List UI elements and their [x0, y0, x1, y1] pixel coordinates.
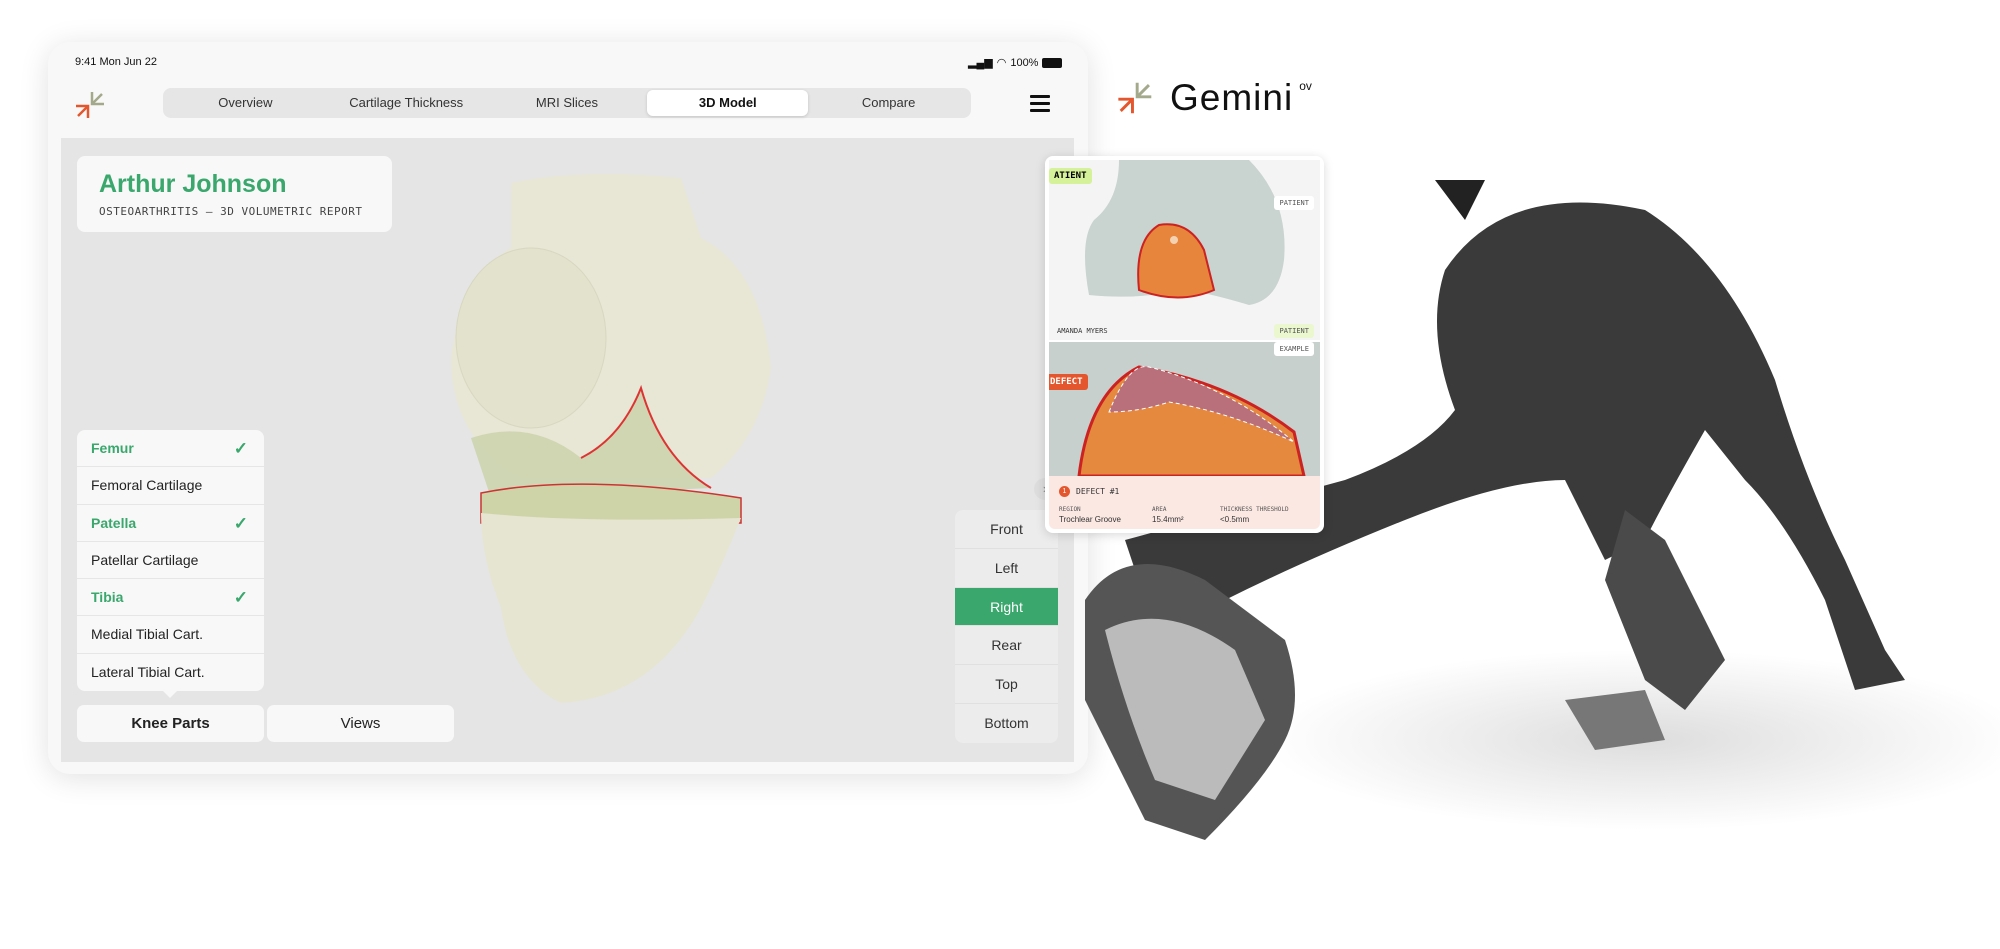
hamburger-menu-icon[interactable]	[1030, 95, 1050, 116]
tab-overview[interactable]: Overview	[165, 90, 326, 116]
defect-title: DEFECT #1	[1076, 487, 1120, 496]
part-medial-tibial-cartilage[interactable]: Medial Tibial Cart.	[77, 616, 264, 654]
patient-tag-top: ATIENT	[1049, 168, 1092, 184]
brand-name: Gemini	[1170, 77, 1294, 118]
wifi-icon: ◠	[996, 57, 1007, 69]
defect-heatmap-image	[1077, 365, 1306, 476]
part-patella[interactable]: Patella ✓	[77, 505, 264, 542]
tab-mri-slices[interactable]: MRI Slices	[487, 90, 648, 116]
patient-name: Arthur Johnson	[99, 170, 287, 198]
gemini-logo-icon	[1118, 82, 1152, 114]
status-time: 9:41 Mon Jun 22	[75, 56, 157, 68]
report-type: OSTEOARTHRITIS – 3D VOLUMETRIC REPORT	[99, 205, 363, 218]
patient-label-right: PATIENT	[1274, 196, 1314, 210]
view-bottom[interactable]: Bottom	[955, 704, 1058, 743]
brand-logo: Gemini ov	[1116, 77, 1312, 119]
threshold-label: THICKNESS THRESHOLD	[1220, 506, 1289, 513]
region-value: Trochlear Groove	[1059, 515, 1121, 524]
defect-marker-badge: 1	[1059, 486, 1070, 497]
patient-name-label: AMANDA MYERS	[1057, 327, 1108, 335]
part-label: Femoral Cartilage	[91, 477, 203, 494]
view-top[interactable]: Top	[955, 665, 1058, 704]
part-lateral-tibial-cartilage[interactable]: Lateral Tibial Cart.	[77, 654, 264, 691]
views-button[interactable]: Views	[267, 705, 454, 742]
part-label: Femur	[91, 440, 134, 456]
area-value: 15.4mm²	[1152, 515, 1184, 524]
signal-icon: ▂▄▆	[968, 57, 993, 69]
part-label: Patella	[91, 514, 137, 531]
battery-icon	[1042, 57, 1063, 68]
views-list: Front Left Right Rear Top Bottom	[955, 510, 1058, 743]
patient-tag: PATIENT	[1274, 324, 1314, 338]
patient-scan-panel: ATIENT PATIENT AMANDA MYERS PATIENT	[1049, 160, 1320, 340]
tab-compare[interactable]: Compare	[808, 90, 969, 116]
patient-card: Arthur Johnson OSTEOARTHRITIS – 3D VOLUM…	[77, 156, 392, 232]
knee-parts-list: Femur ✓ Femoral Cartilage Patella ✓ Patell…	[77, 430, 264, 692]
battery-percent: 100%	[1010, 56, 1039, 69]
tab-cartilage-thickness[interactable]: Cartilage Thickness	[326, 90, 487, 116]
part-label: Medial Tibial Cart.	[91, 626, 204, 643]
knee-parts-button[interactable]: Knee Parts	[77, 705, 264, 742]
part-femur[interactable]: Femur ✓	[77, 430, 264, 468]
part-tibia[interactable]: Tibia ✓	[77, 579, 264, 617]
defect-card: ATIENT PATIENT AMANDA MYERS PATIENT EXAM…	[1045, 156, 1324, 533]
part-label: Tibia	[91, 589, 124, 606]
defect-info: 1 DEFECT #1 REGION Trochlear Groove AREA…	[1049, 476, 1320, 529]
checkmark-icon: ✓	[233, 439, 248, 458]
femur-heatmap-image	[1085, 160, 1285, 305]
nav-tabs: Overview Cartilage Thickness MRI Slices …	[163, 88, 971, 118]
tab-3d-model[interactable]: 3D Model	[647, 90, 809, 116]
part-label: Patellar Cartilage	[91, 551, 199, 568]
view-left[interactable]: Left	[955, 549, 1058, 588]
app-logo-icon	[76, 92, 104, 118]
threshold-value: <0.5mm	[1220, 515, 1250, 524]
checkmark-icon: ✓	[233, 588, 248, 608]
region-label: REGION	[1059, 506, 1081, 513]
part-label: Lateral Tibial Cart.	[91, 663, 205, 680]
example-tag: EXAMPLE	[1274, 342, 1314, 356]
view-rear[interactable]: Rear	[955, 626, 1058, 666]
example-scan-panel: EXAMPLE DEFECT	[1049, 342, 1320, 476]
view-front[interactable]: Front	[955, 510, 1058, 549]
checkmark-icon: ✓	[233, 513, 248, 533]
view-right[interactable]: Right	[955, 587, 1058, 627]
area-label: AREA	[1152, 506, 1167, 513]
status-icons: ▂▄▆ ◠ 100%	[968, 56, 1063, 69]
popover-arrow	[162, 690, 178, 698]
part-patellar-cartilage[interactable]: Patellar Cartilage	[77, 542, 264, 580]
defect-tag: DEFECT	[1049, 374, 1088, 390]
brand-suffix: ov	[1299, 79, 1312, 93]
part-femoral-cartilage[interactable]: Femoral Cartilage	[77, 467, 264, 505]
